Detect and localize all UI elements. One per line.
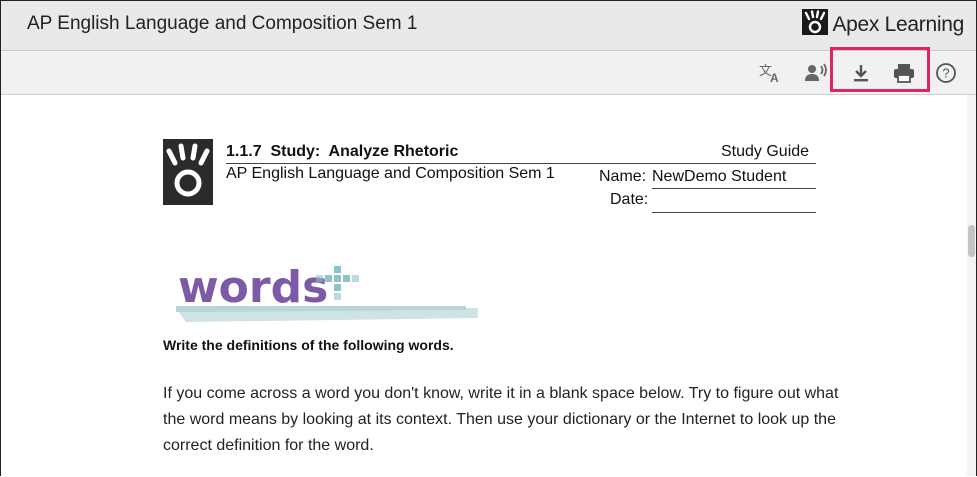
svg-text:A: A [770,71,779,84]
app-window: AP English Language and Composition Sem … [0,0,977,476]
lesson-number: 1.1.7 [226,143,262,160]
svg-text:?: ? [942,66,949,81]
name-label: Name: [599,168,647,185]
apex-study-logo-icon [163,139,213,210]
instruction-text: Write the definitions of the following w… [163,337,454,353]
lesson-title: 1.1.7 Study: Analyze Rhetoric [226,143,458,161]
name-underline [652,188,816,189]
text-to-speech-icon[interactable] [804,62,830,84]
date-label: Date: [610,191,649,208]
translate-icon[interactable]: 文 A [759,62,781,85]
brand: Apex Learning [802,9,964,40]
highlight-box [830,47,930,92]
instruction-paragraph: If you come across a word you don't know… [163,385,839,454]
scrollbar[interactable] [967,95,976,476]
header-divider [226,163,816,164]
doc-type: Study Guide [721,143,810,160]
brand-name: Apex Learning [832,12,964,36]
help-icon[interactable]: ? [935,62,957,84]
lesson-name: Study: Analyze Rhetoric [270,143,459,160]
apex-logo-icon [802,9,829,40]
words-section-logo: words [166,256,486,331]
course-name: AP English Language and Composition Sem … [226,165,555,182]
name-value: NewDemo Student [652,168,787,185]
words-logo-text: words [178,262,328,313]
title-bar: AP English Language and Composition Sem … [1,1,976,51]
app-title: AP English Language and Composition Sem … [27,13,418,34]
scrollbar-thumb[interactable] [968,225,975,257]
date-underline [652,212,816,213]
